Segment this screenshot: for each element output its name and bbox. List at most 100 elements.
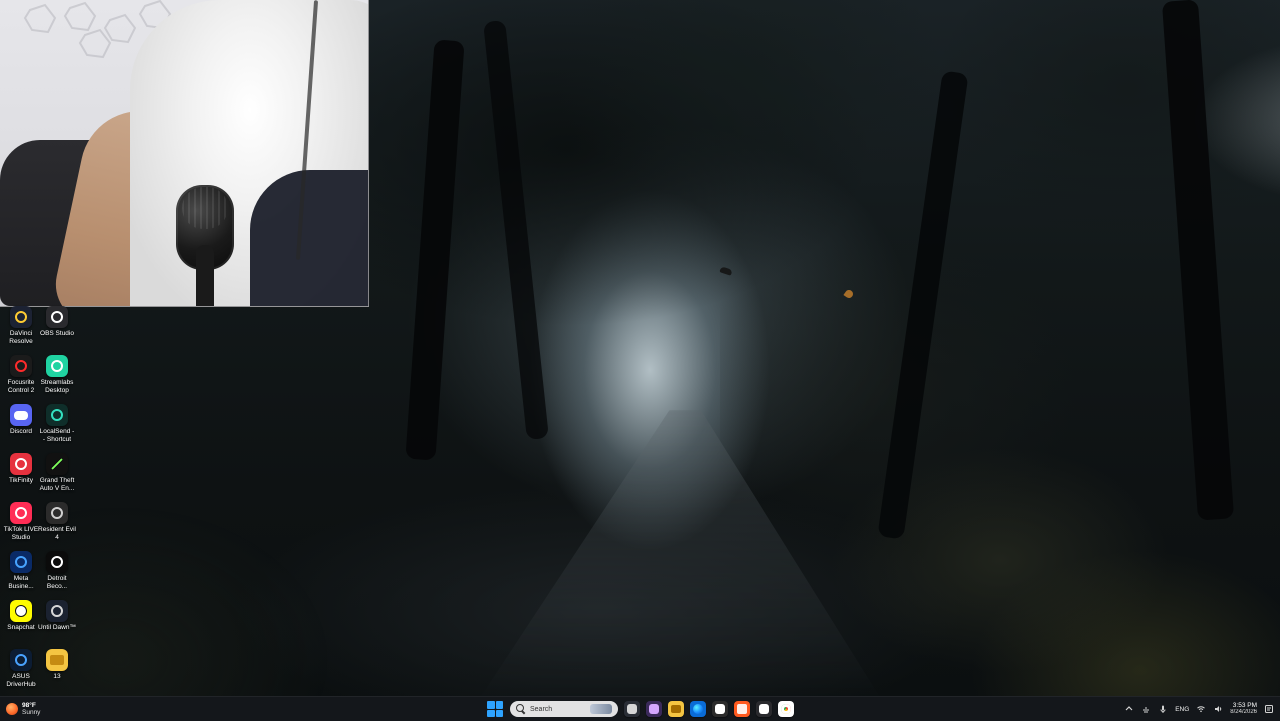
search-highlight-image — [590, 704, 612, 714]
task-view-icon — [627, 704, 637, 714]
microphone-grill — [182, 187, 228, 229]
taskbar-app-chrome[interactable] — [778, 701, 794, 717]
wifi-icon[interactable] — [1196, 704, 1206, 714]
folder-icon-glyph — [50, 655, 64, 665]
tikfinity-icon-glyph — [15, 458, 27, 470]
tiktok-live-studio-icon — [10, 502, 32, 524]
weather-condition: Sunny — [22, 709, 41, 716]
desktop-icon-detroit[interactable]: Detroit Beco... — [38, 551, 76, 590]
taskbar-app-edge[interactable] — [690, 701, 706, 717]
file-explorer-icon — [671, 705, 681, 713]
brave-icon — [737, 704, 747, 714]
desktop-icon-label: Snapchat — [7, 624, 35, 631]
snapchat-icon — [10, 600, 32, 622]
network-icon[interactable] — [1141, 704, 1151, 714]
obs-taskbar-icon — [759, 704, 769, 714]
desktop-icon-obs[interactable]: OBS Studio — [38, 306, 76, 338]
localsend-icon-glyph — [51, 409, 63, 421]
desktop-icon-asus[interactable]: ASUS DriverHub — [2, 649, 40, 688]
clock-date: 8/24/2026 — [1230, 709, 1257, 715]
desktop-icon-label: Grand Theft Auto V En... — [39, 477, 75, 492]
desktop-icon-label: Focusrite Control 2 — [7, 379, 35, 394]
tikfinity-icon — [10, 453, 32, 475]
weather-temperature: 98°F — [22, 702, 36, 709]
desktop-icon-davinci[interactable]: DaVinci Resolve — [2, 306, 40, 345]
streamlabs-icon-glyph — [51, 360, 63, 372]
notification-icon[interactable] — [1264, 704, 1274, 714]
taskbar-app-file-explorer[interactable] — [668, 701, 684, 717]
desktop-icon-tiktok-live[interactable]: TikTok LIVE Studio — [2, 502, 40, 541]
copilot-icon — [649, 704, 659, 714]
desktop-icon-label: Discord — [9, 428, 33, 435]
chevron-up-icon[interactable] — [1124, 704, 1134, 714]
clock[interactable]: 3:53 PM 8/24/2026 — [1230, 702, 1257, 716]
search-icon — [516, 704, 526, 714]
chrome-icon — [781, 704, 791, 714]
desktop-icon-label: Resident Evil 4 — [38, 526, 76, 541]
desktop-icon-snapchat[interactable]: Snapchat — [2, 600, 40, 632]
desktop-icon-meta[interactable]: Meta Busine... — [2, 551, 40, 590]
desktop-icon-tikfinity[interactable]: TikFinity — [2, 453, 40, 485]
desktop-icon-label: TikTok LIVE Studio — [3, 526, 39, 541]
mic-icon[interactable] — [1158, 704, 1168, 714]
weather-widget[interactable]: 98°F Sunny — [6, 700, 40, 718]
weather-sun-icon — [6, 703, 18, 715]
weather-text: 98°F Sunny — [22, 702, 40, 716]
taskbar-app-copilot[interactable] — [646, 701, 662, 717]
davinci-resolve-icon-glyph — [15, 311, 27, 323]
gta-v-icon-glyph — [50, 457, 64, 471]
desktop-icon-until-dawn[interactable]: Until Dawn™ — [38, 600, 76, 632]
taskbar-app-brave[interactable] — [734, 701, 750, 717]
desktop-icon-label: DaVinci Resolve — [9, 330, 33, 345]
volume-icon[interactable] — [1213, 704, 1223, 714]
until-dawn-icon-glyph — [51, 605, 63, 617]
edge-icon — [693, 704, 703, 714]
davinci-resolve-icon — [10, 306, 32, 328]
obs-studio-icon-glyph — [51, 311, 63, 323]
detroit-icon — [46, 551, 68, 573]
webcam-overlay — [0, 0, 369, 307]
start-button[interactable] — [486, 700, 504, 718]
obs-studio-icon — [46, 306, 68, 328]
language-indicator[interactable]: ENG — [1175, 706, 1189, 713]
desktop-icon-folder-13[interactable]: 13 — [38, 649, 76, 681]
discord-icon — [10, 404, 32, 426]
desktop-icon-label: Streamlabs Desktop — [40, 379, 74, 394]
desktop-icon-label: OBS Studio — [40, 330, 74, 337]
localsend-icon — [46, 404, 68, 426]
wallpaper-foliage-left — [0, 300, 560, 696]
microphone-stand — [196, 245, 214, 306]
until-dawn-icon — [46, 600, 68, 622]
focusrite-icon-glyph — [15, 360, 27, 372]
desktop-icons: DaVinci Resolve OBS Studio Focusrite Contr… — [0, 306, 80, 696]
meta-business-icon-glyph — [15, 556, 27, 568]
desktop-icon-gta[interactable]: Grand Theft Auto V En... — [38, 453, 76, 492]
tiktok-live-studio-icon-glyph — [15, 507, 27, 519]
system-tray: ENG 3:53 PM 8/24/2026 — [1124, 700, 1274, 718]
microsoft-store-icon — [715, 704, 725, 714]
streamlabs-icon — [46, 355, 68, 377]
search-placeholder: Search — [530, 705, 553, 713]
start-tile — [495, 709, 503, 717]
taskbar-app-task-view[interactable] — [624, 701, 640, 717]
taskbar-app-obs-taskbar[interactable] — [756, 701, 772, 717]
desktop-icon-label: TikFinity — [9, 477, 33, 484]
resident-evil-4-icon — [46, 502, 68, 524]
taskbar: 98°F Sunny Search ENG 3:53 PM 8/24/2026 — [0, 696, 1280, 721]
asus-driverhub-icon — [10, 649, 32, 671]
desktop-icon-label: ASUS DriverHub — [6, 673, 36, 688]
snapchat-icon-glyph — [15, 605, 27, 617]
desktop-icon-focusrite[interactable]: Focusrite Control 2 — [2, 355, 40, 394]
desktop-icon-discord[interactable]: Discord — [2, 404, 40, 436]
desktop-icon-label: LocalSend - - Shortcut — [39, 428, 75, 443]
start-tile — [487, 709, 495, 717]
taskbar-search[interactable]: Search — [510, 701, 618, 717]
meta-business-icon — [10, 551, 32, 573]
desktop-icon-localsend[interactable]: LocalSend - - Shortcut — [38, 404, 76, 443]
folder-icon — [46, 649, 68, 671]
start-tile — [495, 701, 503, 709]
desktop-icon-streamlabs[interactable]: Streamlabs Desktop — [38, 355, 76, 394]
desktop-icon-re4[interactable]: Resident Evil 4 — [38, 502, 76, 541]
taskbar-app-microsoft-store[interactable] — [712, 701, 728, 717]
desktop-icon-label: Meta Busine... — [8, 575, 34, 590]
